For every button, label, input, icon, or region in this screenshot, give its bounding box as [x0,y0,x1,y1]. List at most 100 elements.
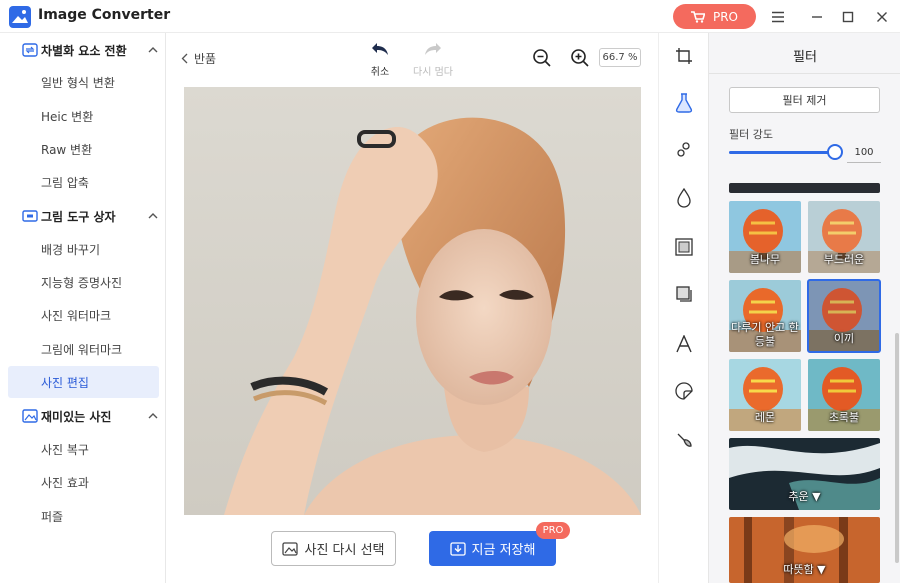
sidebar-category-fun-photo[interactable]: 재미있는 사진 [0,400,166,432]
sidebar-item-label: 지능형 증명사진 [41,275,123,290]
pro-label: PRO [712,9,739,24]
filter-tool[interactable] [673,92,695,114]
crop-icon [676,48,692,64]
chevron-up-icon [148,213,158,219]
text-tool[interactable] [673,333,695,355]
save-now-button[interactable]: 지금 저장해 [429,531,556,566]
sidebar-item-effects[interactable]: 사진 효과 [8,466,159,498]
sidebar-item-label: 배경 바꾸기 [41,242,101,257]
sidebar-item-photo-watermark[interactable]: 사진 워터마크 [8,299,159,331]
save-label: 지금 저장해 [471,543,536,558]
undo-icon [372,43,388,55]
filter-label: 레몬 [754,411,776,424]
edit-tool-rail [658,33,708,583]
filter-thumbnail-selected[interactable]: 이끼 [807,279,881,353]
redo-label: 다시 멈다 [413,67,453,78]
filter-label: 다루기 안고 한 등불 [731,321,799,348]
upgrade-pro-button[interactable]: PRO [673,4,756,29]
image-icon [282,541,299,556]
sidebar-category-convert[interactable]: 차별화 요소 전환 [0,34,166,66]
photo-preview [184,87,641,515]
filter-strength-label: 필터 강도 [729,128,773,141]
color-tool[interactable] [673,187,695,209]
filter-category-warm[interactable]: 따뜻함 ▼ [729,517,880,583]
zoom-in-icon[interactable] [570,48,590,68]
maximize-button[interactable] [837,6,859,28]
reselect-photo-button[interactable]: 사진 다시 선택 [271,531,396,566]
filter-strength-value[interactable]: 100 [847,143,881,163]
filter-thumbnail[interactable]: 봄나무 [729,201,801,273]
filter-label: 따뜻함 ▼ [783,563,826,576]
filter-thumbnail[interactable]: 다루기 안고 한 등불 [729,280,801,352]
convert-icon [22,43,38,57]
panel-scrollbar[interactable] [895,333,899,563]
sidebar-item-background[interactable]: 배경 바꾸기 [8,233,159,265]
sidebar-item-label: 사진 편집 [41,375,89,390]
sidebar-item-heic[interactable]: Heic 변환 [8,100,159,132]
maximize-icon [842,11,854,23]
brush-tool[interactable] [673,429,695,451]
undo-label: 취소 [370,67,390,78]
filter-flask-icon [675,93,693,113]
sidebar-category-label: 재미있는 사진 [41,409,112,424]
sidebar-item-label: 퍼즐 [41,509,64,524]
filter-label: 봄나무 [749,253,781,266]
filter-label: 초록불 [828,411,860,424]
filter-strength-slider[interactable] [729,144,843,160]
sidebar-item-photo-edit[interactable]: 사진 편집 [8,366,159,398]
hamburger-menu-icon [772,11,784,23]
sidebar-item-label: 사진 워터마크 [41,308,112,323]
filter-thumbnail[interactable]: 레몬 [729,359,801,431]
undo-button[interactable]: 취소 [360,41,400,78]
adjust-dots-icon [677,142,690,157]
chevron-left-icon [181,53,188,64]
minimize-icon [812,16,822,18]
overlay-tool[interactable] [673,283,695,305]
sidebar-item-puzzle[interactable]: 퍼즐 [8,500,159,532]
sidebar-item-id-photo[interactable]: 지능형 증명사진 [8,266,159,298]
sidebar-item-restore[interactable]: 사진 복구 [8,433,159,465]
title-bar: Image Converter PRO [0,0,900,33]
filter-thumbnail[interactable]: 부드러운 [808,201,880,273]
zoom-out-icon[interactable] [532,48,552,68]
filter-thumbnail[interactable] [729,183,880,193]
sticker-icon [675,382,693,400]
sidebar-item-raw[interactable]: Raw 변환 [8,133,159,165]
filter-thumbnail-list: 봄나무 부드러운 다루기 안고 한 등불 이끼 레몬 초록불 추운 ▼ 따뜻함 … [709,183,900,583]
sidebar-item-general-format[interactable]: 일반 형식 변환 [8,66,159,98]
sidebar-item-image-watermark[interactable]: 그림에 워터마크 [8,333,159,365]
close-button[interactable] [871,6,893,28]
filter-label: 부드러운 [823,253,865,266]
back-button[interactable]: 반품 [181,50,216,67]
filter-thumbnail[interactable]: 초록불 [808,359,880,431]
chevron-up-icon [148,413,158,419]
portrait-image [184,87,641,515]
frame-tool[interactable] [673,236,695,258]
sidebar-item-compress[interactable]: 그림 압축 [8,166,159,198]
sidebar-item-label: Raw 변환 [41,142,93,157]
crop-tool[interactable] [673,45,695,67]
download-icon [449,541,466,556]
sidebar-category-label: 차별화 요소 전환 [41,43,127,58]
layer-icon [676,286,692,302]
cart-icon [690,10,705,23]
redo-button[interactable]: 다시 멈다 [413,41,453,78]
filter-panel: 필터 필터 제거 필터 강도 100 봄나무 부드러운 다루기 안고 한 등불 … [708,33,900,583]
slider-handle[interactable] [827,144,843,160]
image-converter-window: Image Converter PRO 차별화 요소 전환 일반 형식 변환 H… [0,0,900,583]
remove-filter-button[interactable]: 필터 제거 [729,87,880,113]
fun-photo-icon [22,409,38,423]
filter-category-cold[interactable]: 추운 ▼ [729,438,880,510]
sticker-tool[interactable] [673,380,695,402]
adjust-tool[interactable] [673,139,695,161]
sidebar-item-label: 그림 압축 [41,175,89,190]
menu-button[interactable] [767,6,789,28]
close-icon [877,12,887,22]
divider [709,73,900,74]
slider-fill [729,151,835,154]
frame-icon [675,238,693,256]
sidebar-item-label: 사진 복구 [41,442,89,457]
droplet-icon [677,188,691,208]
minimize-button[interactable] [806,6,828,28]
sidebar-category-toolbox[interactable]: 그림 도구 상자 [0,200,166,232]
